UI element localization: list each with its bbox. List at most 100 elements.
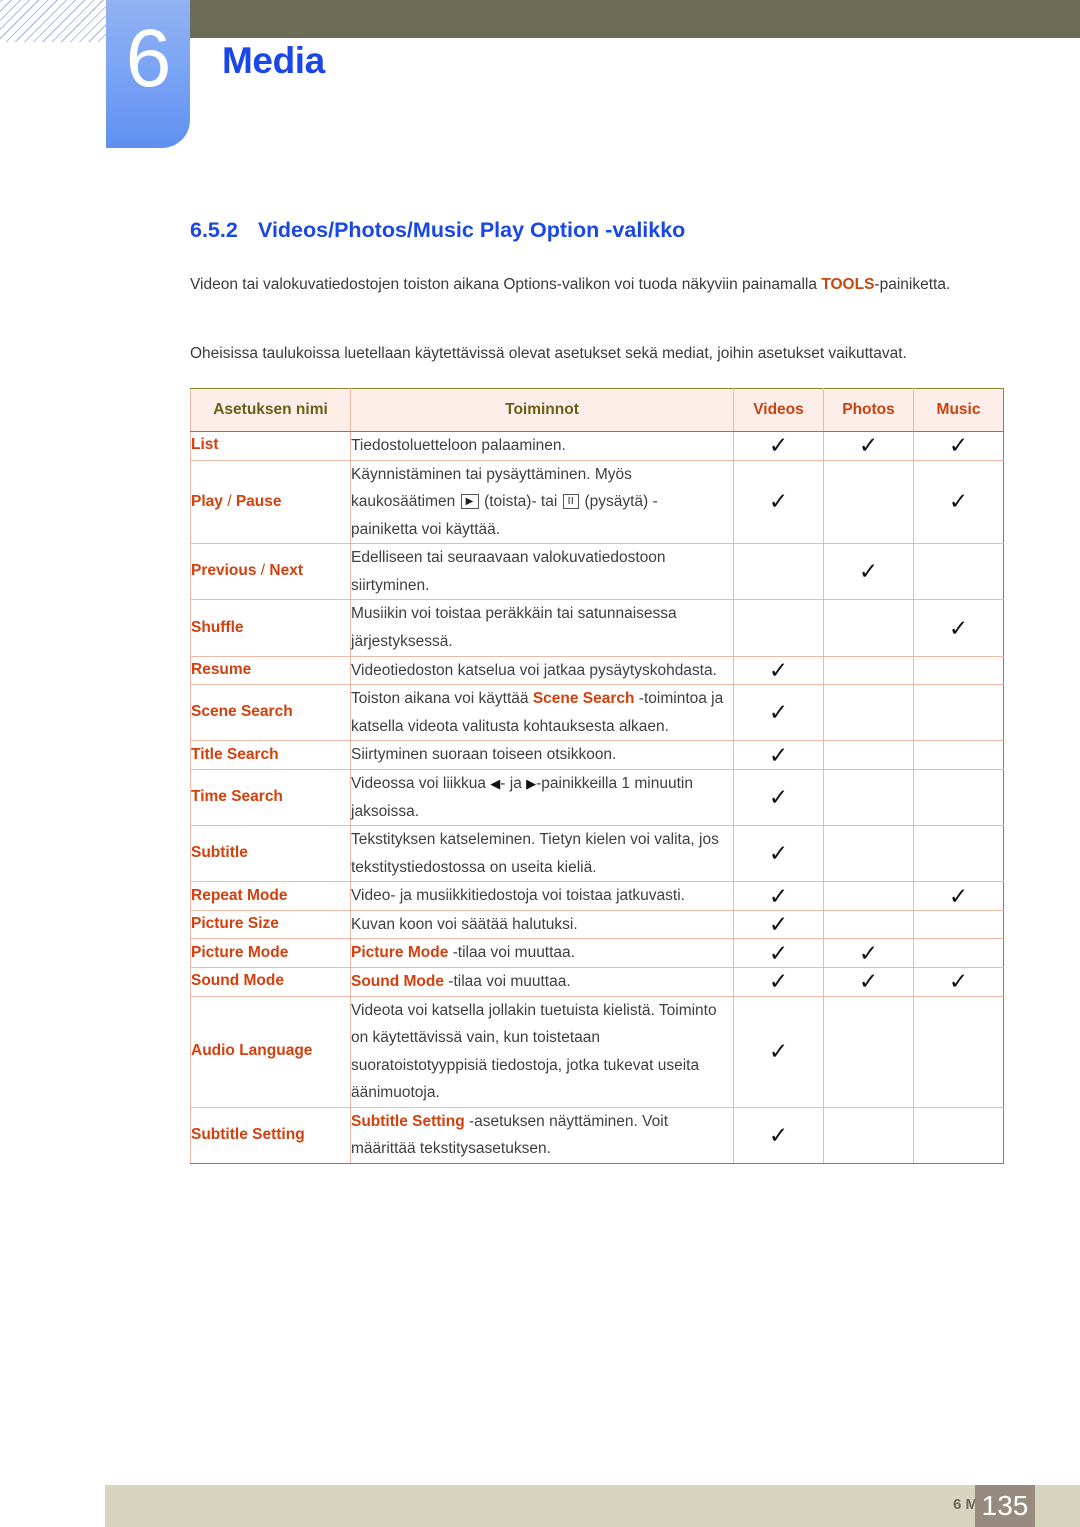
table-row: Previous / Next Edelliseen tai seuraavaan… [190, 543, 1004, 601]
setting-name-cell: Repeat Mode [190, 881, 351, 911]
check-icon: ✓ [768, 656, 789, 683]
column-header-function: Toiminnot [350, 388, 734, 432]
function-description-cell: Sound Mode -tilaa voi muuttaa. [350, 966, 734, 997]
table-row: Picture Mode Picture Mode -tilaa voi muut… [190, 938, 1004, 968]
intro-paragraph: Videon tai valokuvatiedostojen toiston a… [190, 271, 1002, 300]
table-row: Resume Videotiedoston katselua voi jatkaa… [190, 655, 1004, 686]
table-row: Picture Size Kuvan koon voi säätää halutu… [190, 909, 1004, 940]
music-check-cell [913, 543, 1004, 601]
setting-name-cell: Resume [190, 655, 351, 686]
function-description-cell: Siirtyminen suoraan toiseen otsikkoon. [350, 740, 734, 770]
photos-check-cell: ✓ [823, 543, 914, 601]
videos-check-cell: ✓ [733, 1106, 824, 1165]
videos-check-cell: ✓ [733, 909, 824, 940]
setting-name-cell: Shuffle [190, 599, 351, 657]
setting-name-cell: Picture Mode [190, 938, 351, 968]
setting-name-cell: List [190, 431, 351, 461]
intro-text-before: Videon tai valokuvatiedostojen toiston a… [190, 276, 822, 293]
table-row: Shuffle Musiikin voi toistaa peräkkäin ta… [190, 599, 1004, 657]
check-icon: ✓ [858, 968, 879, 995]
page-title: 6.5.2 Videos/Photos/Music Play Option -va… [190, 218, 685, 243]
videos-check-cell: ✓ [733, 995, 824, 1108]
music-check-cell [913, 1106, 1004, 1165]
column-header-setting-name: Asetuksen nimi [190, 388, 351, 432]
videos-check-cell: ✓ [733, 740, 824, 770]
photos-check-cell [823, 1106, 914, 1165]
pause-button-icon: II [562, 494, 580, 510]
table-row: Subtitle Setting Subtitle Setting -asetuk… [190, 1106, 1004, 1165]
music-check-cell: ✓ [913, 881, 1004, 911]
videos-check-cell: ✓ [733, 825, 824, 883]
check-icon: ✓ [948, 968, 969, 995]
column-header-music: Music [913, 388, 1004, 432]
table-row: Scene Search Toiston aikana voi käyttää S… [190, 684, 1004, 742]
function-description-cell: Musiikin voi toistaa peräkkäin tai satun… [350, 599, 734, 657]
music-check-cell [913, 655, 1004, 686]
function-description-cell: Videota voi katsella jollakin tuetuista … [350, 995, 734, 1108]
check-icon: ✓ [858, 558, 879, 585]
videos-check-cell: ✓ [733, 768, 824, 827]
check-icon: ✓ [948, 432, 969, 459]
photos-check-cell [823, 825, 914, 883]
section-title-text: Videos/Photos/Music Play Option -valikko [258, 218, 686, 242]
check-icon: ✓ [768, 939, 789, 966]
table-row: Sound Mode Sound Mode -tilaa voi muuttaa.… [190, 966, 1004, 997]
videos-check-cell: ✓ [733, 431, 824, 461]
check-icon: ✓ [948, 614, 969, 641]
left-arrow-icon: ◀ [490, 775, 501, 791]
table-row: Play / Pause Käynnistäminen tai pysäyttäm… [190, 459, 1004, 545]
setting-name-cell: Time Search [190, 768, 351, 827]
videos-check-cell [733, 543, 824, 601]
photos-check-cell [823, 740, 914, 770]
check-icon: ✓ [768, 784, 789, 811]
setting-name-cell: Subtitle [190, 825, 351, 883]
music-check-cell [913, 995, 1004, 1108]
table-row: List Tiedostoluetteloon palaaminen. ✓ ✓ ✓ [190, 431, 1004, 461]
function-description-cell: Käynnistäminen tai pysäyttäminen. Myös ka… [350, 459, 734, 545]
setting-name-cell: Audio Language [190, 995, 351, 1108]
setting-name-cell: Subtitle Setting [190, 1106, 351, 1165]
check-icon: ✓ [768, 882, 789, 909]
music-check-cell [913, 740, 1004, 770]
photos-check-cell [823, 459, 914, 545]
function-description-cell: Video- ja musiikkitiedostoja voi toistaa… [350, 881, 734, 911]
setting-name-cell: Sound Mode [190, 966, 351, 997]
chapter-number: 6 [125, 13, 172, 104]
table-body: List Tiedostoluetteloon palaaminen. ✓ ✓ ✓ Pla… [190, 431, 1004, 1165]
table-row: Subtitle Tekstityksen katseleminen. Tiety… [190, 825, 1004, 883]
check-icon: ✓ [948, 488, 969, 515]
function-description-cell: Picture Mode -tilaa voi muuttaa. [350, 938, 734, 968]
photos-check-cell [823, 684, 914, 742]
videos-check-cell: ✓ [733, 459, 824, 545]
play-button-icon: ▶ [460, 494, 479, 510]
videos-check-cell: ✓ [733, 655, 824, 686]
section-number: 6.5.2 [190, 218, 238, 242]
second-paragraph: Oheisissa taulukoissa luetellaan käytett… [190, 345, 907, 362]
music-check-cell: ✓ [913, 966, 1004, 997]
check-icon: ✓ [858, 432, 879, 459]
check-icon: ✓ [768, 1038, 789, 1065]
function-description-cell: Videossa voi liikkua ◀- ja ▶-painikkeill… [350, 768, 734, 827]
table-row: Audio Language Videota voi katsella jolla… [190, 995, 1004, 1108]
photos-check-cell: ✓ [823, 938, 914, 968]
photos-check-cell [823, 881, 914, 911]
music-check-cell: ✓ [913, 459, 1004, 545]
function-description-cell: Kuvan koon voi säätää halutuksi. [350, 909, 734, 940]
check-icon: ✓ [768, 699, 789, 726]
setting-name-cell: Play / Pause [190, 459, 351, 545]
table-row: Title Search Siirtyminen suoraan toiseen … [190, 740, 1004, 770]
function-description-cell: Videotiedoston katselua voi jatkaa pysäy… [350, 655, 734, 686]
check-icon: ✓ [948, 882, 969, 909]
photos-check-cell: ✓ [823, 431, 914, 461]
check-icon: ✓ [768, 968, 789, 995]
function-description-cell: Subtitle Setting -asetuksen näyttäminen.… [350, 1106, 734, 1165]
check-icon: ✓ [858, 939, 879, 966]
function-description-cell: Edelliseen tai seuraavaan valokuvatiedos… [350, 543, 734, 601]
photos-check-cell [823, 655, 914, 686]
music-check-cell [913, 684, 1004, 742]
music-check-cell: ✓ [913, 431, 1004, 461]
videos-check-cell: ✓ [733, 881, 824, 911]
videos-check-cell: ✓ [733, 938, 824, 968]
setting-name-cell: Picture Size [190, 909, 351, 940]
table-header-row: Asetuksen nimi Toiminnot Videos Photos M… [190, 388, 1004, 432]
